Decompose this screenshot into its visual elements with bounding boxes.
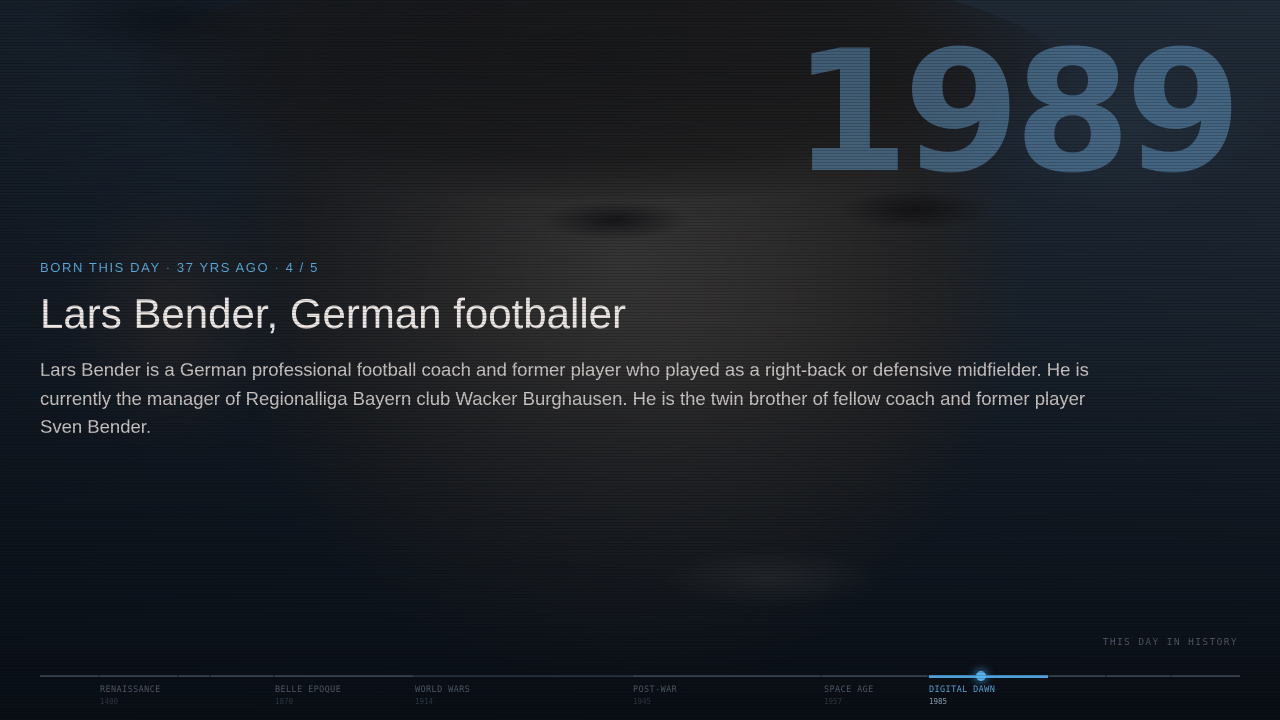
timeline-segment bbox=[1050, 675, 1105, 677]
timeline-segment bbox=[1172, 675, 1240, 677]
event-age: 37 YRS AGO bbox=[176, 260, 270, 275]
timeline-segment bbox=[100, 675, 177, 677]
event-title: Lars Bender, German footballer bbox=[40, 290, 626, 337]
era-label: DIGITAL DAWN bbox=[929, 685, 996, 695]
era-digital-dawn[interactable]: DIGITAL DAWN 1985 bbox=[929, 685, 995, 708]
era-space-age[interactable]: SPACE AGE 1957 bbox=[824, 685, 874, 708]
event-category: BORN THIS DAY bbox=[40, 260, 161, 275]
timeline-segment bbox=[40, 675, 98, 677]
era-world-wars[interactable]: WORLD WARS 1914 bbox=[415, 685, 470, 708]
era-label: RENAISSANCE bbox=[100, 685, 161, 695]
event-kicker: BORN THIS DAY · 37 YRS AGO · 4 / 5 bbox=[40, 260, 319, 275]
event-position: 4 / 5 bbox=[285, 260, 319, 275]
kicker-separator: · bbox=[274, 260, 286, 275]
era-year: 1945 bbox=[633, 697, 652, 706]
era-renaissance[interactable]: RENAISSANCE 1400 bbox=[100, 685, 161, 708]
timeline-current-marker bbox=[976, 671, 986, 681]
era-label: SPACE AGE bbox=[824, 685, 874, 695]
era-label: WORLD WARS bbox=[415, 685, 471, 695]
era-year: 1957 bbox=[824, 697, 843, 706]
era-timeline: RENAISSANCE 1400 BELLE EPOQUE 1870 WORLD… bbox=[40, 671, 1240, 708]
era-year: 1870 bbox=[275, 697, 294, 706]
era-label: BELLE EPOQUE bbox=[275, 685, 342, 695]
timeline-segment-active bbox=[929, 675, 1048, 678]
timeline-segment bbox=[179, 675, 209, 677]
history-screen: 1989 BORN THIS DAY · 37 YRS AGO · 4 / 5 … bbox=[0, 0, 1280, 720]
timeline-segment bbox=[633, 675, 820, 677]
era-belle-epoque[interactable]: BELLE EPOQUE 1870 bbox=[275, 685, 341, 708]
era-year: 1914 bbox=[415, 697, 434, 706]
app-tagline: THIS DAY IN HISTORY bbox=[1102, 637, 1238, 648]
timeline-segment bbox=[211, 675, 273, 677]
timeline-segment bbox=[1107, 675, 1170, 677]
era-label: POST-WAR bbox=[633, 685, 678, 695]
event-year: 1989 bbox=[792, 14, 1242, 210]
timeline-segment bbox=[822, 675, 927, 677]
era-year: 1400 bbox=[100, 697, 119, 706]
kicker-separator: · bbox=[165, 260, 177, 275]
era-year: 1985 bbox=[929, 697, 948, 706]
timeline-segment bbox=[275, 675, 413, 677]
event-summary: Lars Bender is a German professional foo… bbox=[40, 359, 1089, 437]
era-post-war[interactable]: POST-WAR 1945 bbox=[633, 685, 677, 708]
